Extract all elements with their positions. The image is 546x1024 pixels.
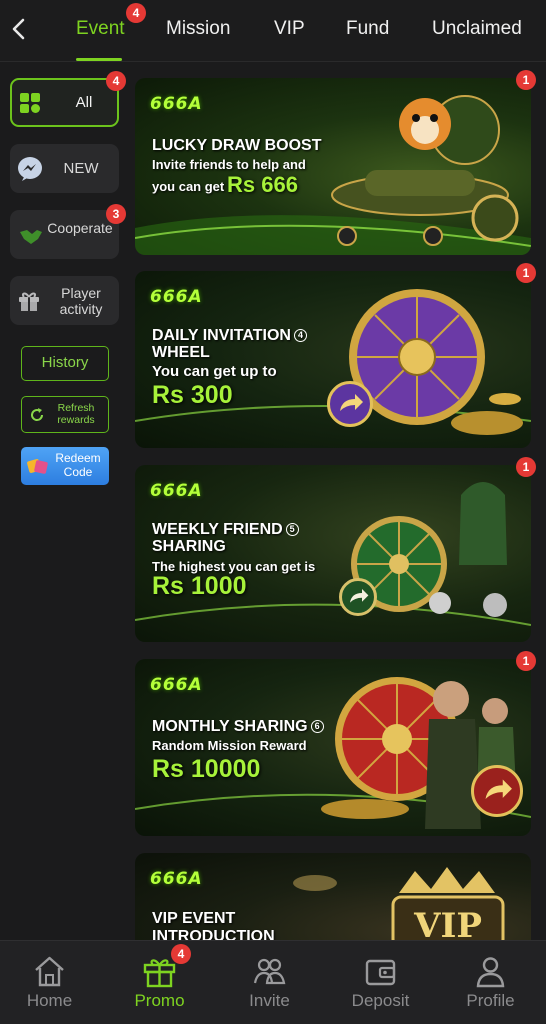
event-title: VIP EVENT [152,910,236,927]
event-card-weekly-sharing[interactable]: 666A WEEKLY FRIEND 5 SHARING The highest … [135,465,531,642]
nav-home[interactable]: Home [0,941,104,1024]
redeem-code-button[interactable]: Redeem Code [21,447,109,485]
event-badge: 1 [516,457,536,477]
grid-icon [20,93,40,113]
tab-fund[interactable]: Fund [346,18,389,40]
nav-label: Invite [249,991,290,1010]
event-card-monthly-sharing[interactable]: 666A MONTHLY SHARING 6 Random Mission Rew… [135,659,531,836]
spin-arrow-icon [327,381,373,427]
redeem-code-label: Redeem Code [55,451,101,479]
refresh-rewards-button[interactable]: Refresh rewards [21,396,109,433]
event-card-lucky-draw[interactable]: 666A LUCKY DRAW BOOST Invite friends to … [135,78,531,255]
event-title: WEEKLY FRIEND 5 [152,521,299,538]
gift-cards-icon [27,459,48,474]
nav-label: Deposit [351,991,410,1010]
wallet-icon [365,959,396,986]
spin-arrow-icon [339,578,377,616]
sidebar-item-label: Cooperate [47,220,113,236]
sidebar-all-badge: 4 [106,71,126,91]
brand-logo: 666A [150,481,203,501]
tab-mission[interactable]: Mission [166,18,230,40]
sidebar-item-new[interactable]: NEW [10,144,119,193]
event-title-line2: WHEEL [152,344,210,361]
vip-emblem: VIP [413,906,482,940]
event-subtitle-2: you can get [152,179,225,194]
event-title: DAILY INVITATION 4 [152,327,307,344]
refresh-icon [31,408,44,421]
sidebar-item-cooperate[interactable]: Cooperate [10,210,119,259]
sidebar-item-label: Player activity [59,285,103,317]
tab-unclaimed[interactable]: Unclaimed [432,18,522,40]
event-amount: Rs 300 [152,381,233,409]
nav-label: Home [26,991,73,1010]
event-badge: 1 [516,70,536,90]
tab-vip[interactable]: VIP [274,18,305,40]
nav-label: Promo [134,991,185,1010]
sidebar-item-label: All [75,94,93,111]
home-icon [35,956,64,987]
brand-logo: 666A [150,287,203,307]
handshake-icon [20,230,42,244]
sidebar-cooperate-badge: 3 [106,204,126,224]
event-title: LUCKY DRAW BOOST [152,137,322,154]
refresh-rewards-label: Refresh rewards [57,402,95,426]
sidebar-item-all[interactable]: All [10,78,119,127]
event-card-vip[interactable]: VIP 666A VIP EVENT INTRODUCTION [135,853,531,940]
event-title-line2: INTRODUCTION [152,928,275,940]
invite-people-icon [253,958,286,985]
event-subtitle: You can get up to [152,363,277,380]
promo-screen: Event 4 Mission VIP Fund Unclaimed All 4… [0,0,546,1024]
event-subtitle: Random Mission Reward [152,738,307,753]
sidebar-item-label: NEW [63,160,99,177]
nav-promo[interactable]: Promo [105,941,214,1024]
tab-event[interactable]: Event [76,18,125,40]
top-tab-bar: Event 4 Mission VIP Fund Unclaimed [0,0,546,62]
brand-logo: 666A [150,94,203,114]
nav-label: Profile [466,991,515,1010]
back-arrow-icon[interactable] [8,14,30,44]
sidebar-item-player-activity[interactable]: Player activity [10,276,119,325]
nav-profile[interactable]: Profile [436,941,545,1024]
event-subtitle: Invite friends to help and [152,157,306,172]
event-card-daily-wheel[interactable]: 666A DAILY INVITATION 4 WHEEL You can get… [135,271,531,448]
event-amount: Rs 666 [227,172,298,197]
gift-box-icon [19,292,39,311]
history-button[interactable]: History [21,346,109,381]
nav-promo-badge: 4 [171,944,191,964]
messenger-icon [18,157,42,181]
bottom-navigation: Home Promo 4 Invite Deposit Profile [0,940,546,1024]
tab-event-badge: 4 [126,3,146,23]
active-tab-underline [76,58,122,61]
event-badge: 1 [516,651,536,671]
brand-logo: 666A [150,869,203,889]
profile-icon [476,957,505,988]
spin-arrow-icon [471,765,523,817]
event-badge: 1 [516,263,536,283]
nav-deposit[interactable]: Deposit [326,941,435,1024]
nav-invite[interactable]: Invite [215,941,324,1024]
event-title: MONTHLY SHARING 6 [152,718,324,735]
event-amount: Rs 10000 [152,755,261,783]
event-amount: Rs 1000 [152,572,247,600]
brand-logo: 666A [150,675,203,695]
event-title-line2: SHARING [152,538,226,555]
